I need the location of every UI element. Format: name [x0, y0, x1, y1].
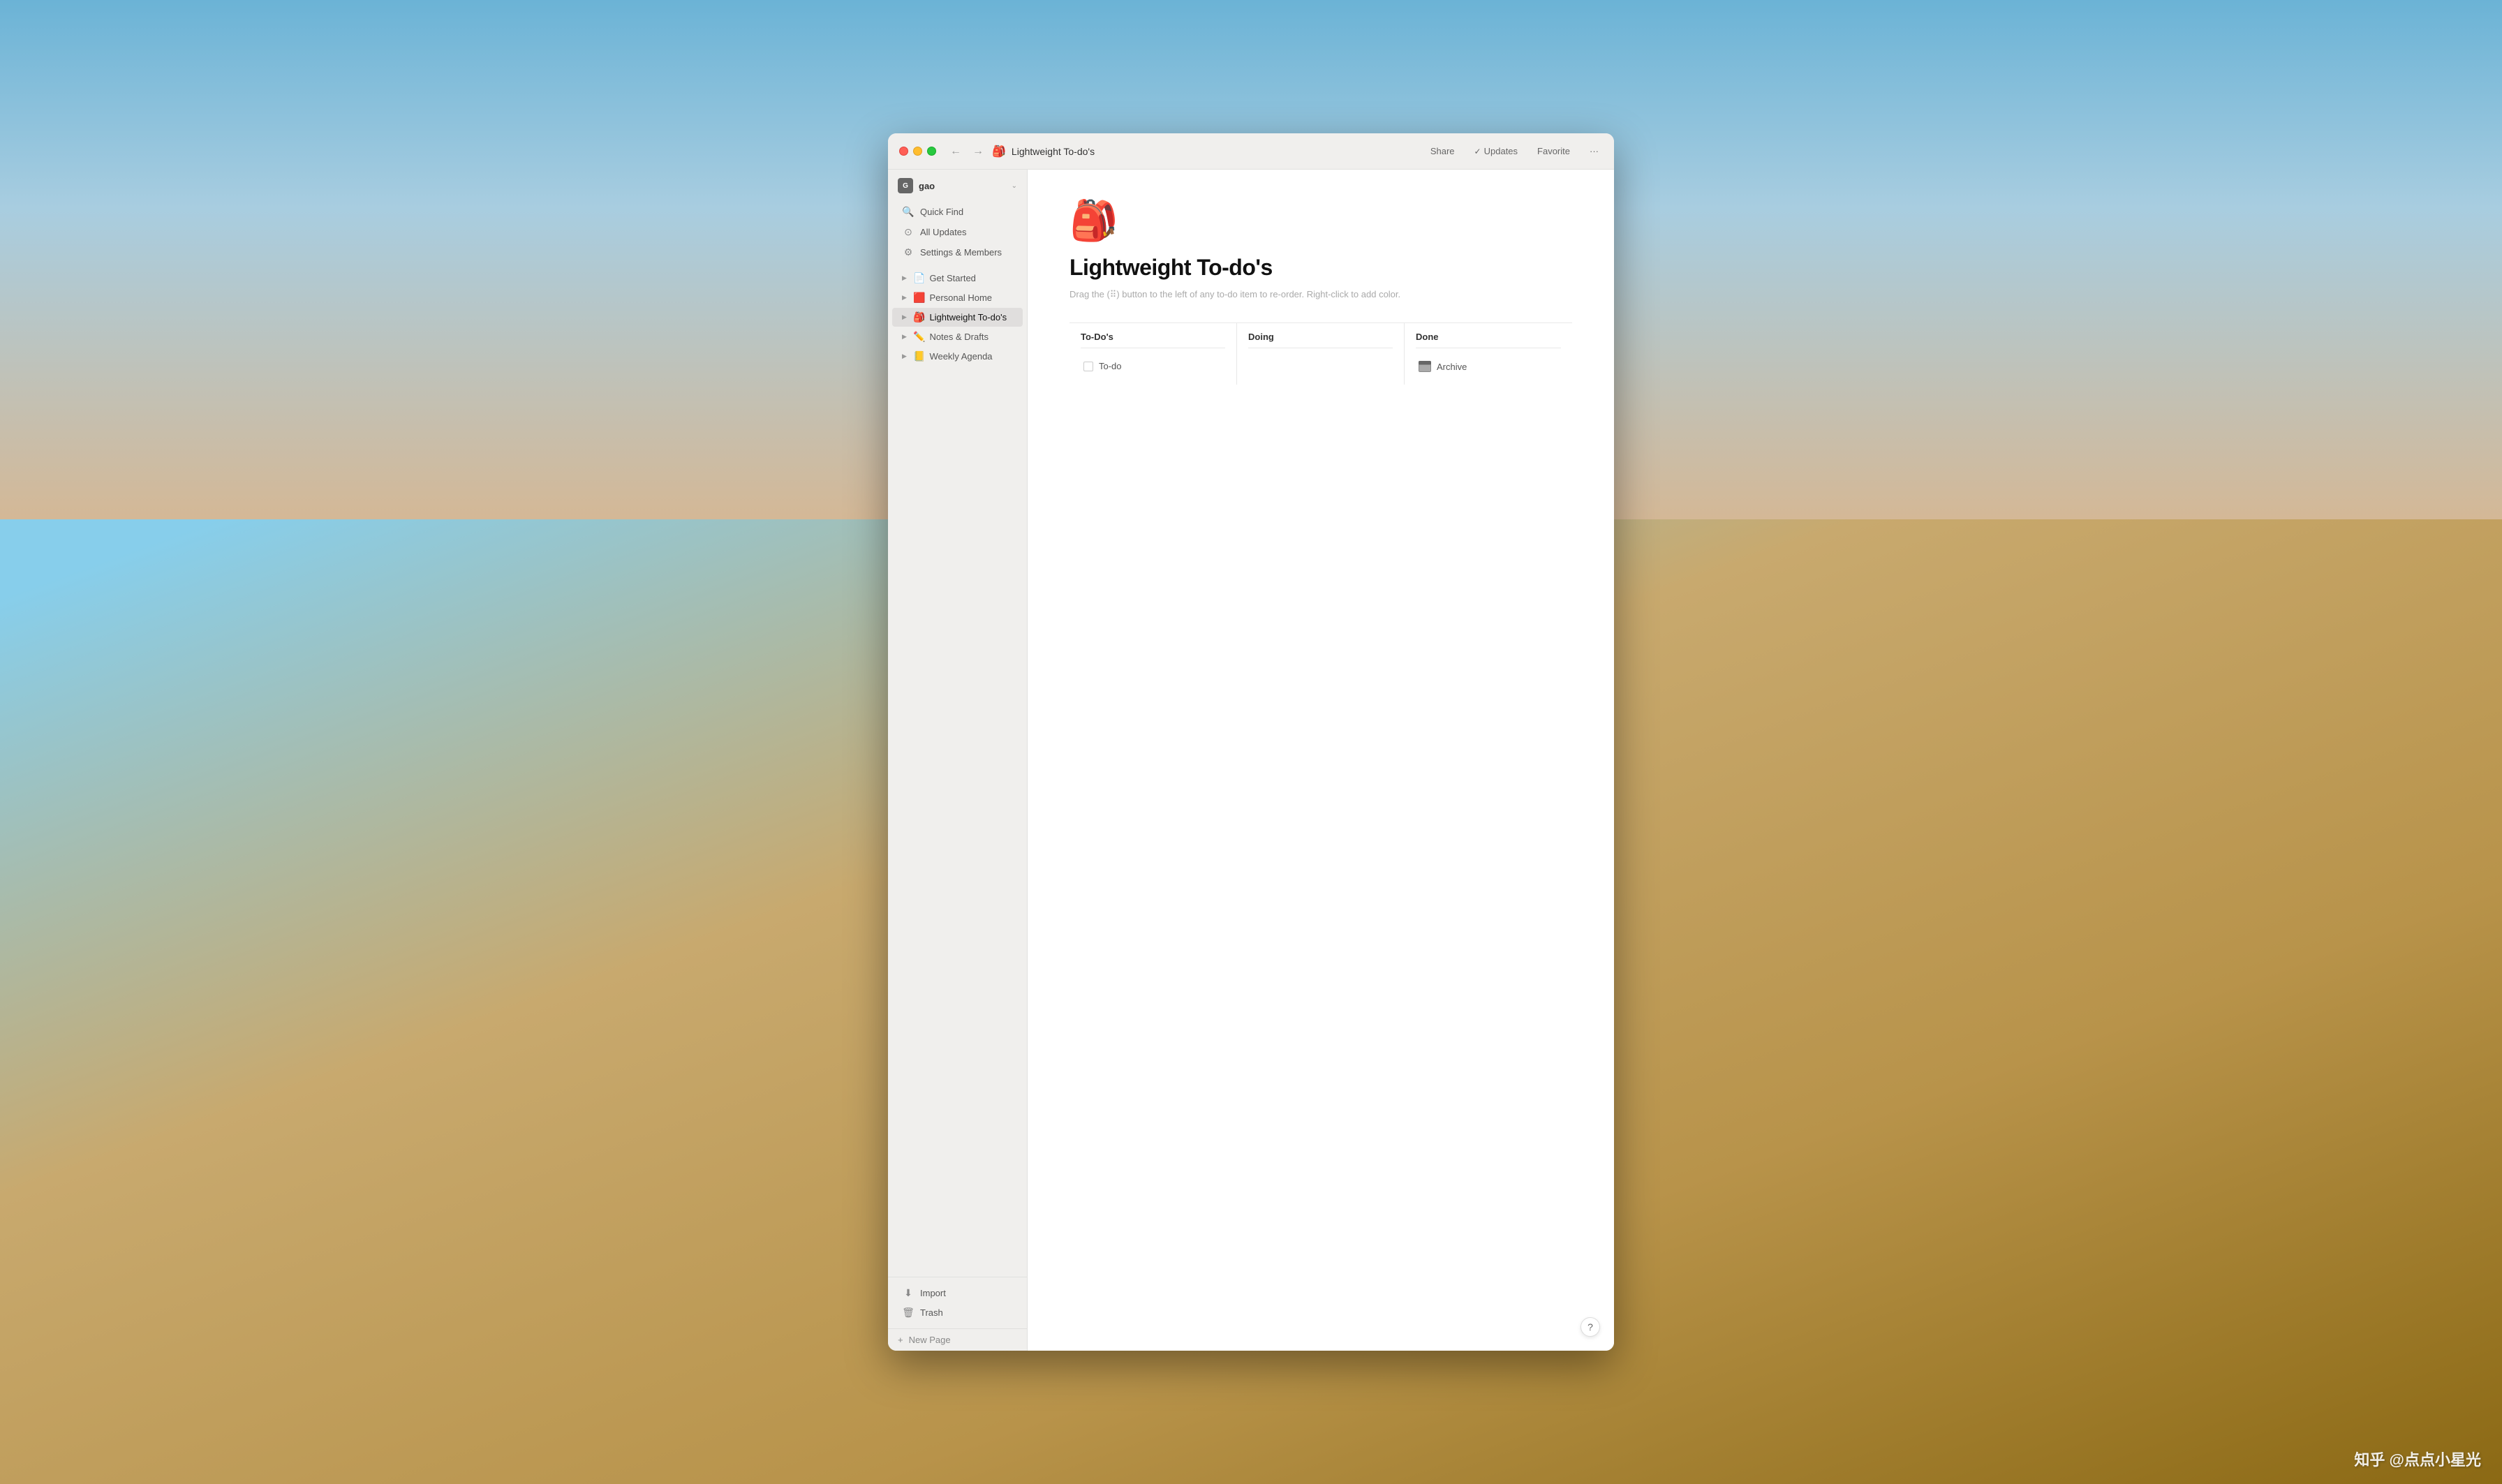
- sidebar: G gao ⌄ 🔍 Quick Find ⊙ All Updates ⚙ Set…: [888, 170, 1028, 1350]
- column-todos-header: To-Do's: [1081, 332, 1225, 348]
- archive-label: Archive: [1437, 362, 1467, 372]
- search-icon: 🔍: [902, 206, 915, 218]
- pencil-icon: ✏️: [913, 331, 925, 343]
- avatar: G: [898, 178, 913, 193]
- page-title-bar: Lightweight To-do's: [1012, 146, 1421, 157]
- updates-label: Updates: [1484, 146, 1518, 156]
- column-done-header: Done: [1416, 332, 1561, 348]
- sidebar-item-weekly-agenda[interactable]: ▶ 📒 Weekly Agenda: [892, 347, 1023, 366]
- sidebar-item-quick-find[interactable]: 🔍 Quick Find: [892, 202, 1023, 221]
- app-window: ← → 🎒 Lightweight To-do's Share ✓ Update…: [888, 133, 1614, 1350]
- chevron-right-icon: ▶: [902, 313, 909, 321]
- updates-check-icon: ✓: [1474, 147, 1481, 156]
- todo-label: To-do: [1099, 361, 1122, 371]
- page-icon: 📄: [913, 272, 925, 284]
- titlebar-actions: Share ✓ Updates Favorite ···: [1426, 143, 1603, 159]
- page-icon: 🎒: [992, 144, 1006, 158]
- column-doing: Doing: [1237, 323, 1405, 385]
- sidebar-item-trash[interactable]: 🗑 Trash: [892, 1303, 1023, 1322]
- home-icon: 🟥: [913, 292, 925, 304]
- backpack-icon: 🎒: [913, 311, 925, 323]
- chevron-right-icon: ▶: [902, 274, 909, 282]
- traffic-lights: [899, 147, 936, 156]
- page-hint: Drag the (⠿) button to the left of any t…: [1069, 289, 1572, 300]
- sidebar-item-label: Quick Find: [920, 207, 963, 217]
- todo-checkbox[interactable]: [1083, 362, 1093, 371]
- trash-icon: 🗑: [902, 1307, 915, 1319]
- user-name: gao: [919, 181, 1006, 191]
- sidebar-item-label: Settings & Members: [920, 247, 1002, 258]
- settings-icon: ⚙: [902, 246, 915, 258]
- favorite-button[interactable]: Favorite: [1533, 143, 1574, 159]
- todo-card-todo[interactable]: To-do: [1081, 357, 1225, 376]
- close-button[interactable]: [899, 147, 908, 156]
- sidebar-item-lightweight-todos[interactable]: ▶ 🎒 Lightweight To-do's: [892, 308, 1023, 327]
- more-options-button[interactable]: ···: [1585, 143, 1603, 159]
- sidebar-user[interactable]: G gao ⌄: [888, 170, 1027, 202]
- column-doing-header: Doing: [1248, 332, 1393, 348]
- sidebar-item-personal-home[interactable]: ▶ 🟥 Personal Home: [892, 288, 1023, 307]
- sidebar-item-label: Notes & Drafts: [929, 332, 989, 342]
- sidebar-item-label: Weekly Agenda: [929, 351, 992, 362]
- column-todos: To-Do's To-do: [1069, 323, 1237, 385]
- watermark: 知乎 @点点小星光: [2354, 1448, 2481, 1470]
- new-page-label: New Page: [909, 1335, 951, 1345]
- help-button[interactable]: ?: [1581, 1317, 1600, 1337]
- chevron-right-icon: ▶: [902, 294, 909, 302]
- sidebar-item-notes-drafts[interactable]: ▶ ✏️ Notes & Drafts: [892, 327, 1023, 346]
- plus-icon: +: [898, 1335, 903, 1345]
- sidebar-item-label: Lightweight To-do's: [929, 312, 1007, 322]
- chevron-right-icon: ▶: [902, 333, 909, 341]
- kanban-board: To-Do's To-do Doing Done: [1069, 322, 1572, 385]
- sidebar-item-label: All Updates: [920, 227, 966, 237]
- sidebar-item-label: Personal Home: [929, 292, 992, 303]
- done-card-archive[interactable]: Archive: [1416, 357, 1561, 376]
- column-done: Done Archive: [1405, 323, 1572, 385]
- sidebar-item-label: Get Started: [929, 273, 975, 283]
- sidebar-item-label: Trash: [920, 1307, 943, 1318]
- forward-button[interactable]: →: [970, 144, 986, 159]
- page-body: 🎒 Lightweight To-do's Drag the (⠿) butto…: [1028, 170, 1614, 413]
- page-emoji: 🎒: [1069, 198, 1572, 244]
- maximize-button[interactable]: [927, 147, 936, 156]
- sidebar-item-settings[interactable]: ⚙ Settings & Members: [892, 243, 1023, 262]
- updates-button[interactable]: ✓ Updates: [1470, 143, 1522, 159]
- titlebar: ← → 🎒 Lightweight To-do's Share ✓ Update…: [888, 133, 1614, 170]
- sidebar-item-import[interactable]: ⬇ Import: [892, 1284, 1023, 1303]
- sidebar-bottom: ⬇ Import 🗑 Trash: [888, 1277, 1027, 1328]
- chevron-right-icon: ▶: [902, 353, 909, 360]
- app-body: G gao ⌄ 🔍 Quick Find ⊙ All Updates ⚙ Set…: [888, 170, 1614, 1350]
- sidebar-pages-section: ▶ 📄 Get Started ▶ 🟥 Personal Home ▶ 🎒 Li…: [888, 268, 1027, 366]
- page-title: Lightweight To-do's: [1069, 255, 1572, 281]
- sidebar-item-all-updates[interactable]: ⊙ All Updates: [892, 223, 1023, 242]
- updates-icon: ⊙: [902, 226, 915, 238]
- main-content: 🎒 Lightweight To-do's Drag the (⠿) butto…: [1028, 170, 1614, 1350]
- archive-icon: [1419, 361, 1431, 372]
- sidebar-item-label: Import: [920, 1288, 946, 1298]
- new-page-button[interactable]: + New Page: [888, 1328, 1027, 1351]
- back-button[interactable]: ←: [947, 144, 964, 159]
- sidebar-item-get-started[interactable]: ▶ 📄 Get Started: [892, 269, 1023, 288]
- notebook-icon: 📒: [913, 350, 925, 362]
- import-icon: ⬇: [902, 1287, 915, 1299]
- share-button[interactable]: Share: [1426, 143, 1459, 159]
- minimize-button[interactable]: [913, 147, 922, 156]
- chevron-down-icon: ⌄: [1012, 182, 1017, 190]
